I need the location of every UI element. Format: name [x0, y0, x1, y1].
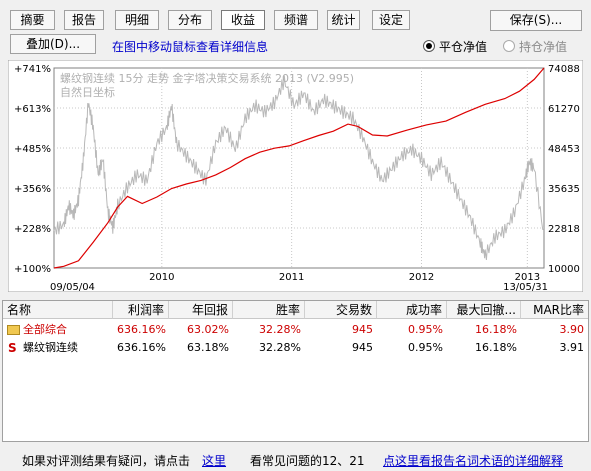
- y-left-tick-label: +356%: [14, 184, 51, 195]
- radio-hold-equity: 持仓净值: [503, 38, 567, 55]
- row-mar: 3.91: [559, 341, 585, 354]
- radio-empty-icon: [503, 40, 515, 52]
- y-left-tick-label: +228%: [14, 224, 51, 235]
- tab-returns[interactable]: 收益: [221, 10, 265, 30]
- tab-summary[interactable]: 摘要: [10, 10, 55, 30]
- row-success: 0.95%: [408, 341, 443, 354]
- row-annual: 63.18%: [187, 341, 229, 354]
- col-header-mar[interactable]: MAR比率: [521, 301, 588, 319]
- table-row[interactable]: 全部综合 636.16% 63.02% 32.28% 945 0.95% 16.…: [3, 322, 588, 338]
- row-trades: 945: [352, 323, 373, 336]
- hint-text: 在图中移动鼠标查看详细信息: [112, 40, 269, 54]
- y-left-tick-label: +741%: [14, 64, 51, 75]
- x-year-label: 2011: [279, 272, 304, 283]
- tab-distribution[interactable]: 分布: [168, 10, 212, 30]
- y-left-tick-label: +100%: [14, 264, 51, 275]
- row-profit: 636.16%: [117, 341, 166, 354]
- y-right-tick-label: 74088: [548, 64, 580, 75]
- radio-flat-equity[interactable]: 平仓净值: [423, 38, 487, 55]
- x-year-label: 2010: [149, 272, 174, 283]
- tab-report-label: 报告: [71, 13, 96, 27]
- footer-here-link[interactable]: 这里: [202, 452, 226, 469]
- tab-detail-label: 明细: [124, 13, 149, 27]
- col-header-annual[interactable]: 年回报: [169, 301, 233, 319]
- col-header-success[interactable]: 成功率: [377, 301, 447, 319]
- overlay-button[interactable]: 叠加(D)...: [10, 34, 96, 54]
- equity-chart[interactable]: +741% 74088 +613% 61270 +485% 48453 +356% 35635…: [8, 60, 583, 292]
- y-left-tick-label: +613%: [14, 104, 51, 115]
- col-header-trades[interactable]: 交易数: [305, 301, 377, 319]
- row-winrate: 32.28%: [259, 323, 301, 336]
- footer-faq: 看常见问题的12、21: [250, 454, 365, 468]
- col-header-profit[interactable]: 利润率: [113, 301, 169, 319]
- row-success: 0.95%: [408, 323, 443, 336]
- tab-statistics[interactable]: 统计: [327, 10, 360, 30]
- row-annual: 63.02%: [187, 323, 229, 336]
- tab-report[interactable]: 报告: [64, 10, 104, 30]
- x-start-label: 09/05/04: [50, 282, 95, 292]
- row-drawdown: 16.18%: [475, 341, 517, 354]
- y-right-tick-label: 35635: [548, 184, 580, 195]
- tab-spectrum[interactable]: 频谱: [274, 10, 318, 30]
- col-header-drawdown[interactable]: 最大回撤...: [447, 301, 521, 319]
- row-winrate: 32.28%: [259, 341, 301, 354]
- tab-returns-label: 收益: [230, 13, 255, 27]
- tab-settings[interactable]: 设定: [372, 10, 410, 30]
- y-right-tick-label: 61270: [548, 104, 580, 115]
- radio-hold-label: 持仓净值: [519, 40, 568, 54]
- y-right-tick-label: 10000: [548, 264, 580, 275]
- row-name: 螺纹钢连续: [23, 341, 78, 354]
- x-year-label: 2012: [409, 272, 434, 283]
- tab-statistics-label: 统计: [331, 13, 356, 27]
- chart-subtitle: 自然日坐标: [60, 85, 115, 99]
- save-button[interactable]: 保存(S)...: [490, 10, 582, 31]
- radio-selected-icon: [423, 40, 435, 52]
- x-end-label: 13/05/31: [503, 282, 548, 292]
- row-drawdown: 16.18%: [475, 323, 517, 336]
- tab-settings-label: 设定: [378, 13, 403, 27]
- row-mar: 3.90: [559, 323, 585, 336]
- tab-detail[interactable]: 明细: [115, 10, 159, 30]
- radio-flat-label: 平仓净值: [439, 40, 488, 54]
- table-row[interactable]: S 螺纹钢连续 636.16% 63.18% 32.28% 945 0.95% …: [3, 340, 588, 356]
- footer-glossary-link[interactable]: 点这里看报告名词术语的详细解释: [383, 452, 563, 469]
- col-header-name[interactable]: 名称: [3, 301, 113, 319]
- footer-question: 如果对评测结果有疑问，请点击: [22, 454, 191, 468]
- row-trades: 945: [352, 341, 373, 354]
- overlay-button-label: 叠加(D)...: [25, 37, 81, 51]
- row-name: 全部综合: [23, 323, 67, 336]
- results-table: 名称 利润率 年回报 胜率 交易数 成功率 最大回撤... MAR比率 全部综合…: [2, 300, 589, 442]
- col-header-winrate[interactable]: 胜率: [233, 301, 305, 319]
- tab-distribution-label: 分布: [177, 13, 202, 27]
- chart-title: 螺纹钢连续 15分 走势 金字塔决策交易系统 2013 (V2.995): [60, 71, 354, 85]
- y-right-tick-label: 22818: [548, 224, 580, 235]
- save-button-label: 保存(S)...: [509, 13, 563, 27]
- tab-spectrum-label: 频谱: [283, 13, 308, 27]
- row-profit: 636.16%: [117, 323, 166, 336]
- y-right-tick-label: 48453: [548, 144, 580, 155]
- y-left-tick-label: +485%: [14, 144, 51, 155]
- symbol-s-icon: S: [8, 341, 17, 355]
- tab-summary-label: 摘要: [20, 13, 45, 27]
